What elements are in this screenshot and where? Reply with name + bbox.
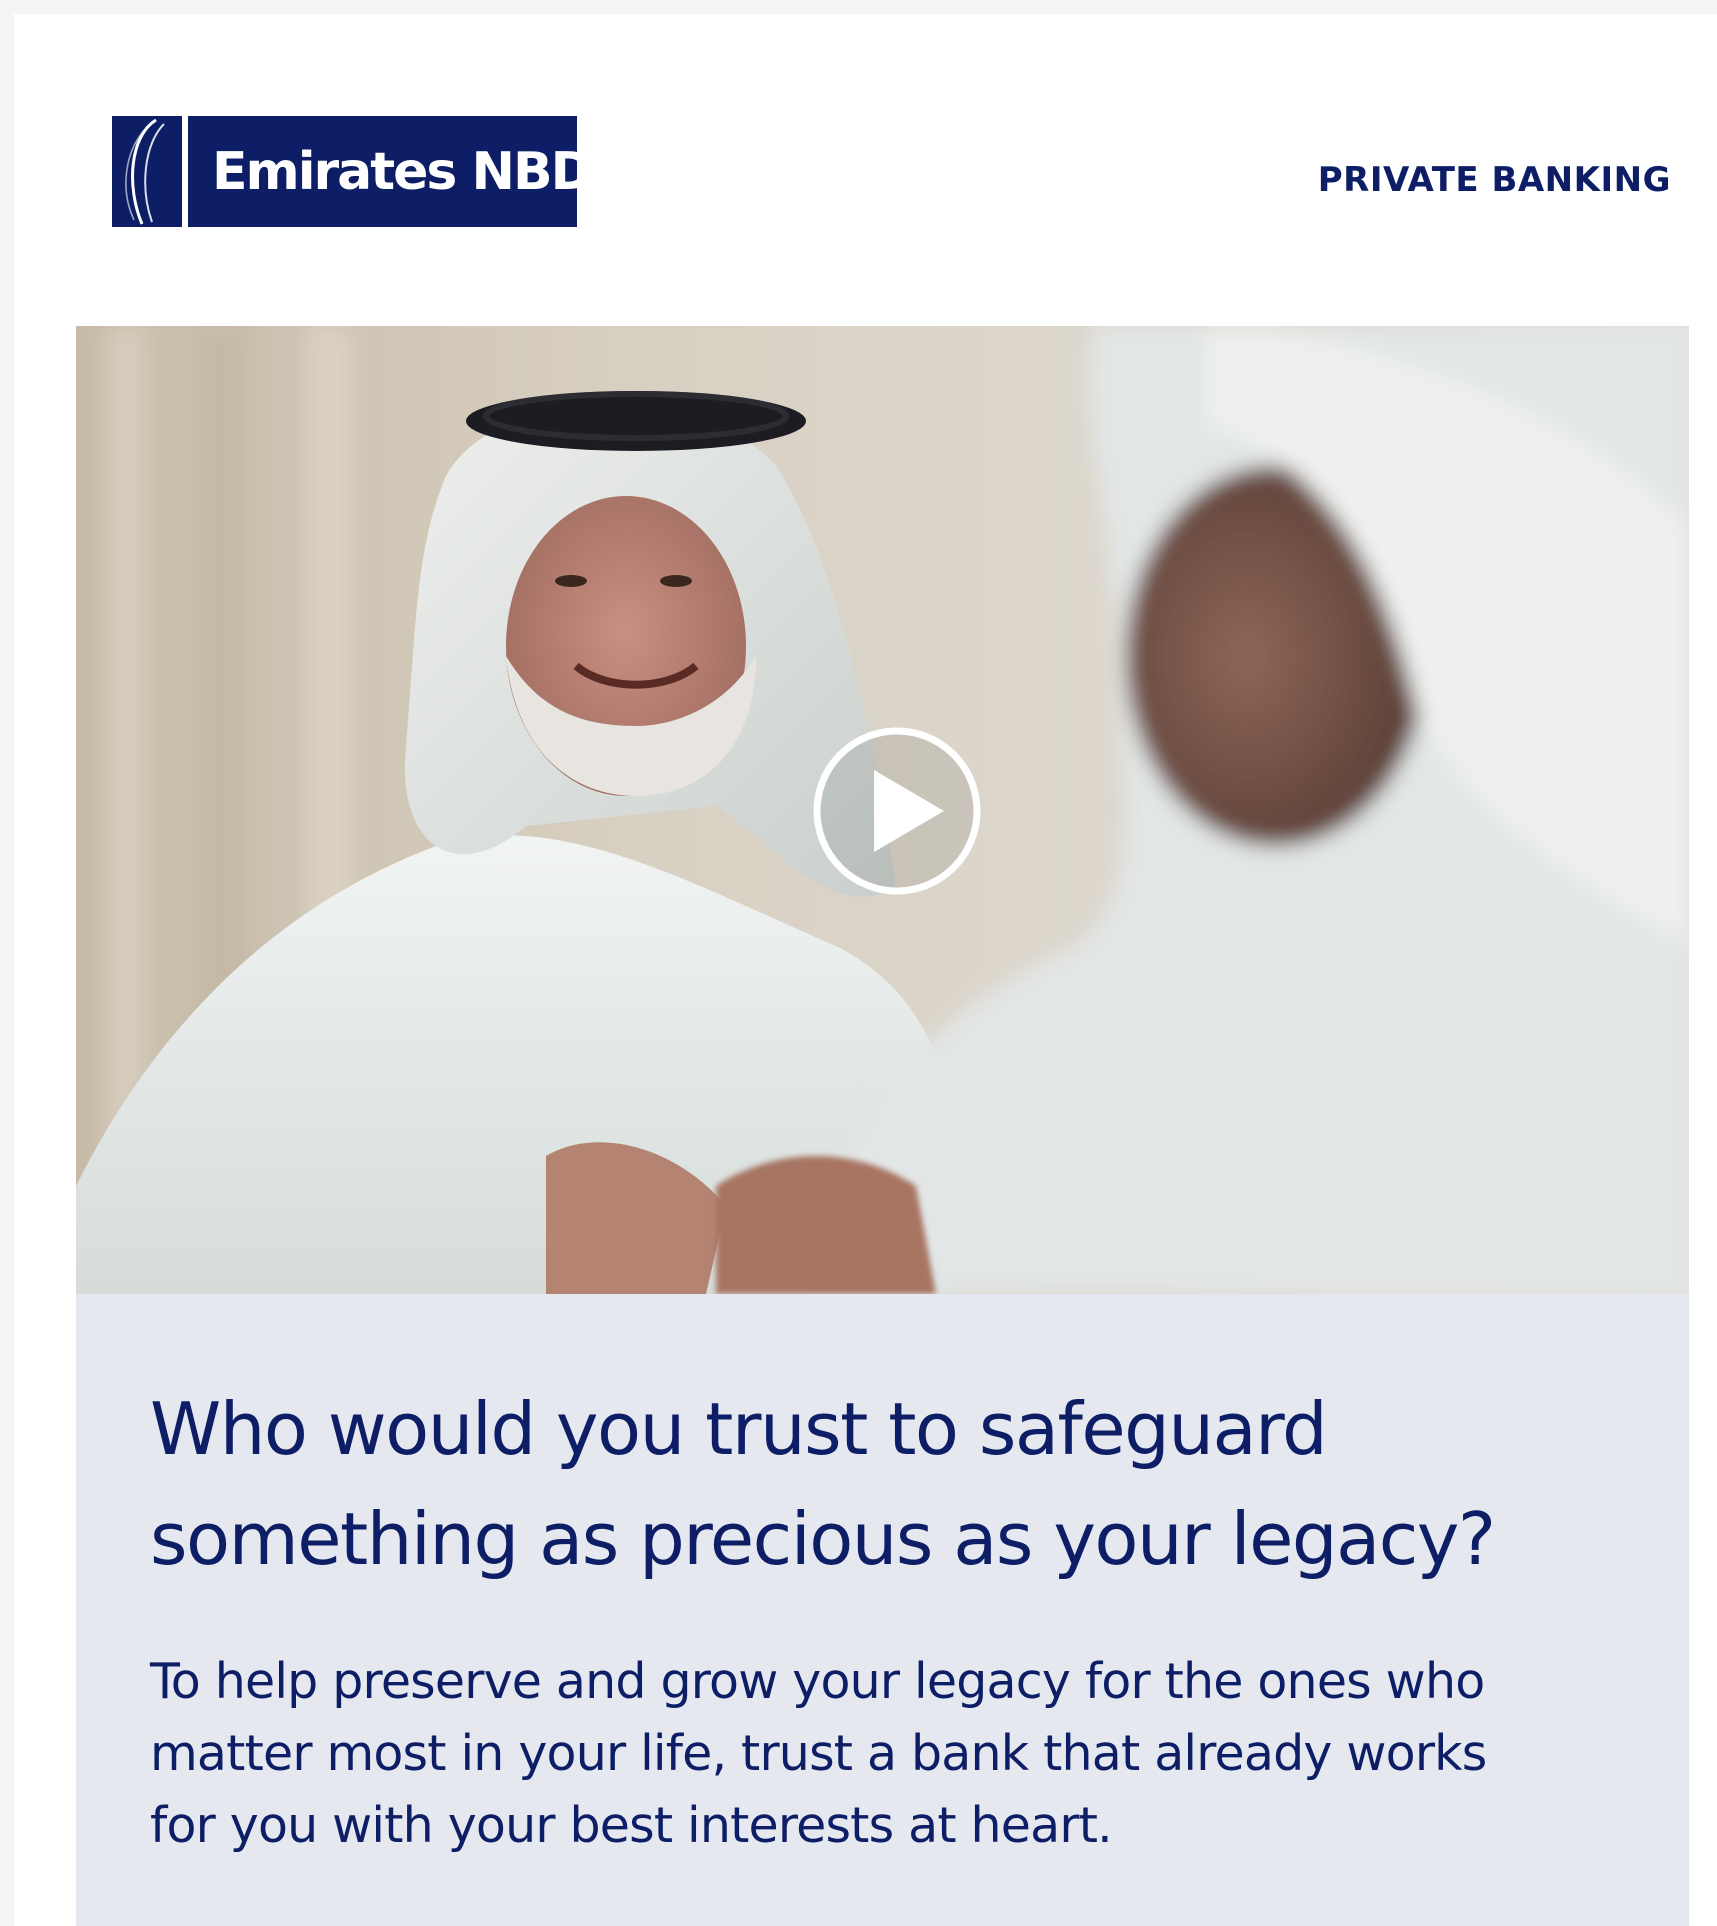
- message-panel: Who would you trust to safeguard somethi…: [76, 1294, 1689, 1926]
- headline-line: Who would you trust to safeguard: [150, 1387, 1328, 1471]
- hero-video[interactable]: [76, 326, 1689, 1294]
- headline: Who would you trust to safeguard somethi…: [150, 1374, 1630, 1594]
- play-circle-icon: [813, 727, 981, 895]
- body-copy: To help preserve and grow your legacy fo…: [150, 1646, 1650, 1862]
- logo-wordmark: Emirates NBD: [212, 141, 594, 202]
- headline-line: something as precious as your legacy?: [150, 1497, 1496, 1581]
- body-line: To help preserve and grow your legacy fo…: [150, 1653, 1485, 1710]
- section-label: PRIVATE BANKING: [1317, 160, 1671, 200]
- play-button[interactable]: [812, 726, 982, 896]
- logo-emblem-icon: [112, 116, 182, 227]
- body-line: for you with your best interests at hear…: [150, 1797, 1113, 1854]
- body-line: matter most in your life, trust a bank t…: [150, 1725, 1487, 1782]
- email-page: Emirates NBD PRIVATE BANKING Who would y…: [14, 14, 1717, 1926]
- emirates-nbd-logo[interactable]: Emirates NBD: [112, 116, 594, 227]
